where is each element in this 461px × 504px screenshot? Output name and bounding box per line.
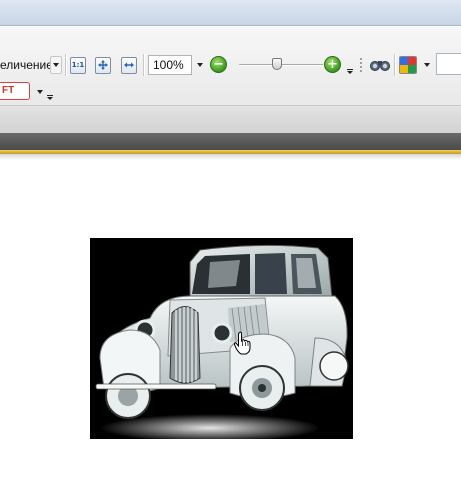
search-input[interactable]	[436, 53, 461, 75]
zoom-out-icon: −	[213, 57, 224, 72]
toolbar-row-zoom: еличение 1:1 100% − +	[0, 52, 461, 78]
tab-strip	[0, 105, 461, 133]
toolbar-overflow-chevron[interactable]	[346, 66, 354, 74]
toolbar-overflow-chevron[interactable]	[46, 92, 54, 100]
ft-button[interactable]: FT	[0, 82, 30, 100]
actual-size-button[interactable]: 1:1	[68, 55, 88, 75]
zoom-mode-dropdown-button[interactable]	[50, 56, 62, 74]
chevron-down-icon	[53, 63, 59, 67]
toolbar-grip[interactable]	[359, 57, 363, 73]
car-image	[95, 244, 349, 439]
toolbar-row-2: FT	[0, 80, 461, 104]
google-icon[interactable]	[399, 56, 417, 74]
actual-size-icon: 1:1	[70, 56, 86, 74]
chevron-down-icon	[37, 90, 43, 94]
toolbar-separator	[143, 54, 144, 76]
fit-width-icon	[121, 56, 137, 74]
zoom-in-button[interactable]: +	[324, 56, 341, 73]
zoom-slider-thumb[interactable]	[271, 58, 282, 70]
zoom-out-button[interactable]: −	[210, 56, 227, 73]
hand-cursor-icon	[233, 331, 251, 355]
toolbar-separator	[65, 54, 66, 76]
zoom-in-icon: +	[327, 57, 338, 72]
zoom-level-dropdown[interactable]	[194, 56, 206, 74]
document-header-band	[0, 133, 461, 150]
chevron-down-icon	[197, 63, 203, 67]
ft-dropdown[interactable]	[34, 83, 46, 101]
pdf-viewer-window: еличение 1:1 100% − + FT	[0, 0, 461, 504]
zoom-level-input[interactable]: 100%	[148, 55, 192, 75]
shadow-line	[0, 154, 461, 160]
search-engine-dropdown[interactable]	[421, 56, 433, 74]
title-strip	[0, 0, 461, 26]
zoom-mode-select[interactable]: еличение	[0, 56, 53, 74]
fit-page-button[interactable]	[93, 55, 113, 75]
binoculars-icon[interactable]	[370, 58, 390, 72]
fit-page-icon	[95, 56, 111, 74]
toolbar-separator	[394, 54, 395, 76]
chevron-down-icon	[424, 63, 430, 67]
document-image	[90, 238, 353, 439]
fit-width-button[interactable]	[119, 55, 139, 75]
